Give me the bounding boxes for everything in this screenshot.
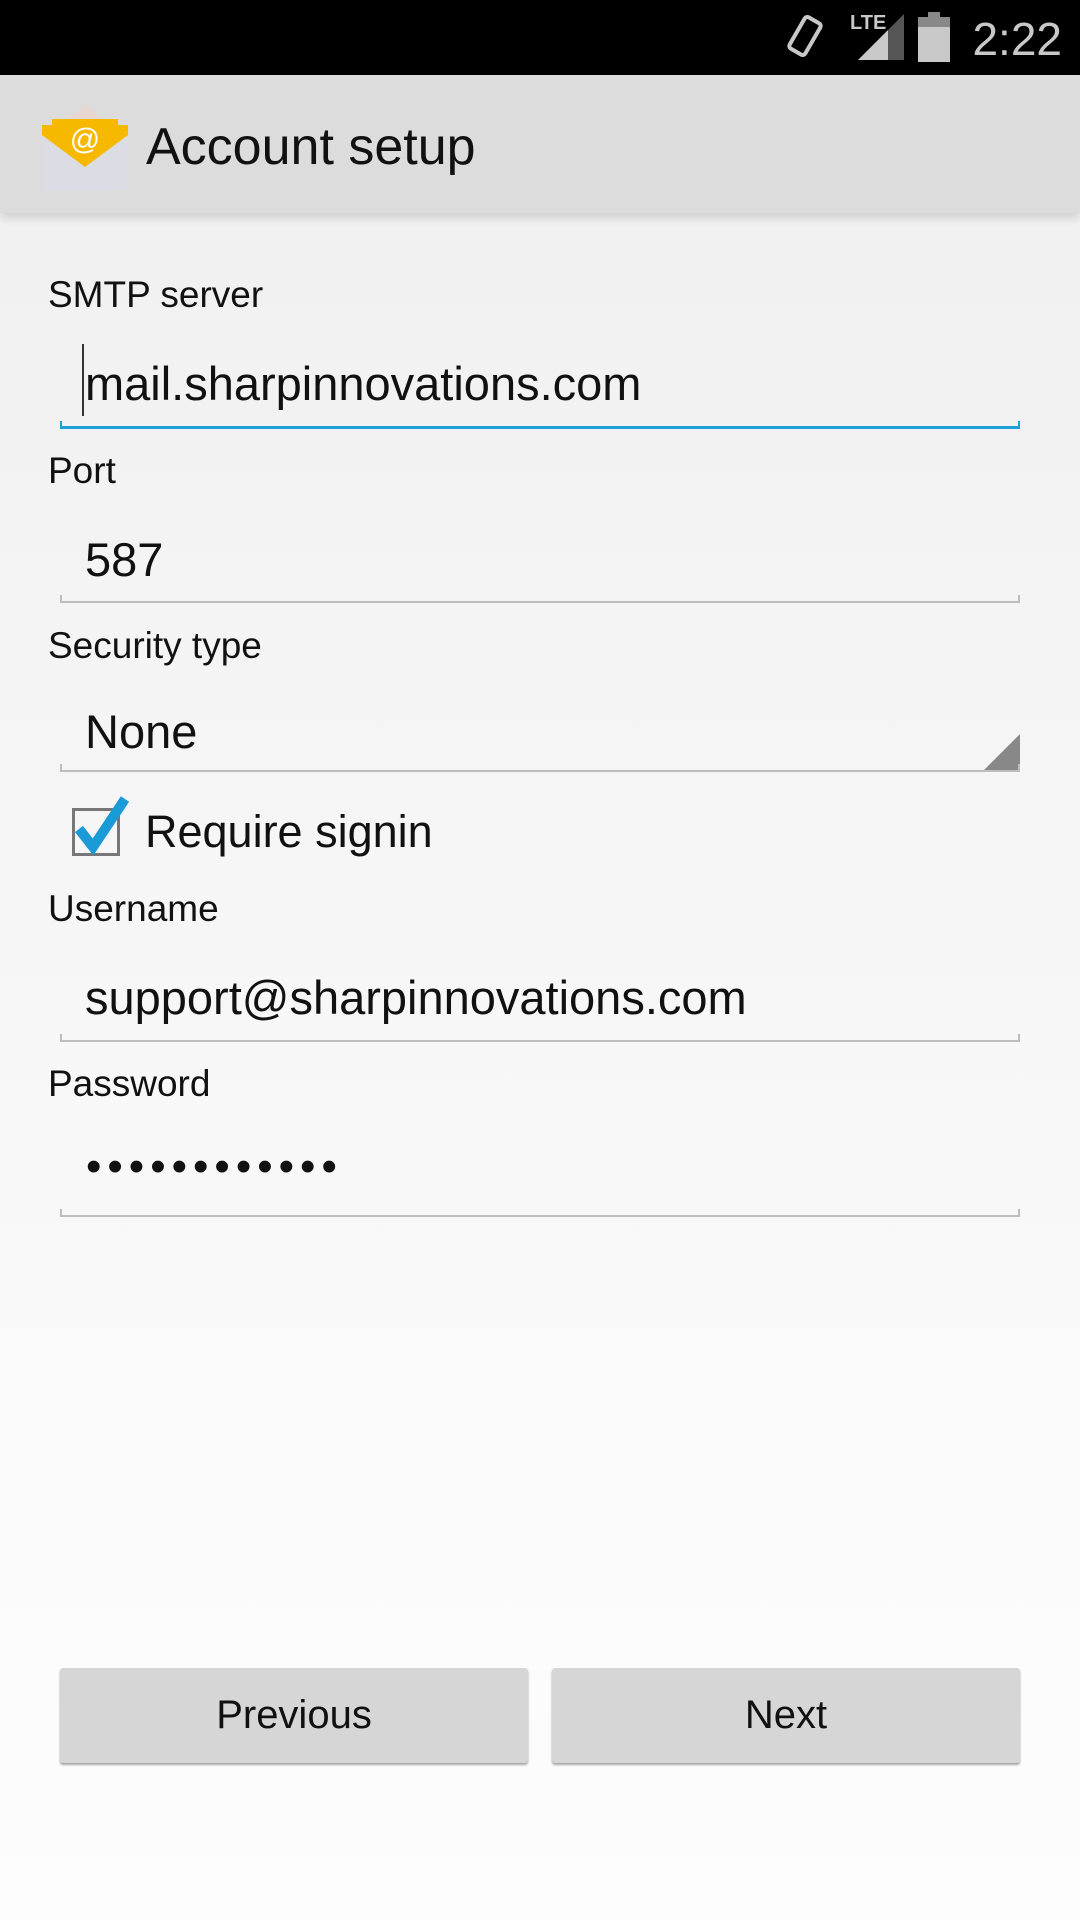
clock: 2:22 [972, 13, 1062, 65]
battery-icon [918, 12, 950, 62]
password-underline [60, 1209, 1020, 1217]
previous-button[interactable]: Previous [60, 1668, 528, 1763]
page-title: Account setup [146, 118, 476, 176]
dropdown-triangle-icon [982, 734, 1020, 772]
security-type-underline [60, 764, 1020, 772]
require-signin-label[interactable]: Require signin [145, 806, 433, 858]
action-bar: @ Account setup [0, 75, 1080, 213]
security-type-value: None [85, 705, 198, 758]
smtp-server-underline [60, 421, 1020, 429]
checkmark-icon [75, 796, 130, 856]
username-label: Username [48, 888, 219, 929]
next-button[interactable]: Next [552, 1668, 1020, 1763]
password-input[interactable]: •••••••••••• [86, 1142, 343, 1192]
text-cursor [82, 344, 84, 416]
status-bar: LTE 2:22 [0, 0, 1080, 75]
require-signin-checkbox[interactable] [72, 796, 130, 856]
smtp-server-label: SMTP server [48, 274, 264, 315]
svg-text:@: @ [70, 123, 100, 156]
vibrate-icon [787, 15, 823, 57]
smtp-server-input[interactable]: mail.sharpinnovations.com [85, 356, 641, 411]
lte-signal-icon [858, 14, 904, 60]
port-underline [60, 595, 1020, 603]
security-type-label: Security type [48, 625, 262, 666]
email-app-icon: @ [42, 105, 128, 191]
port-label: Port [48, 450, 116, 491]
username-input[interactable]: support@sharpinnovations.com [85, 970, 747, 1025]
password-label: Password [48, 1063, 211, 1104]
security-type-dropdown[interactable]: None [60, 690, 1020, 772]
port-input[interactable]: 587 [85, 532, 163, 587]
username-underline [60, 1034, 1020, 1042]
